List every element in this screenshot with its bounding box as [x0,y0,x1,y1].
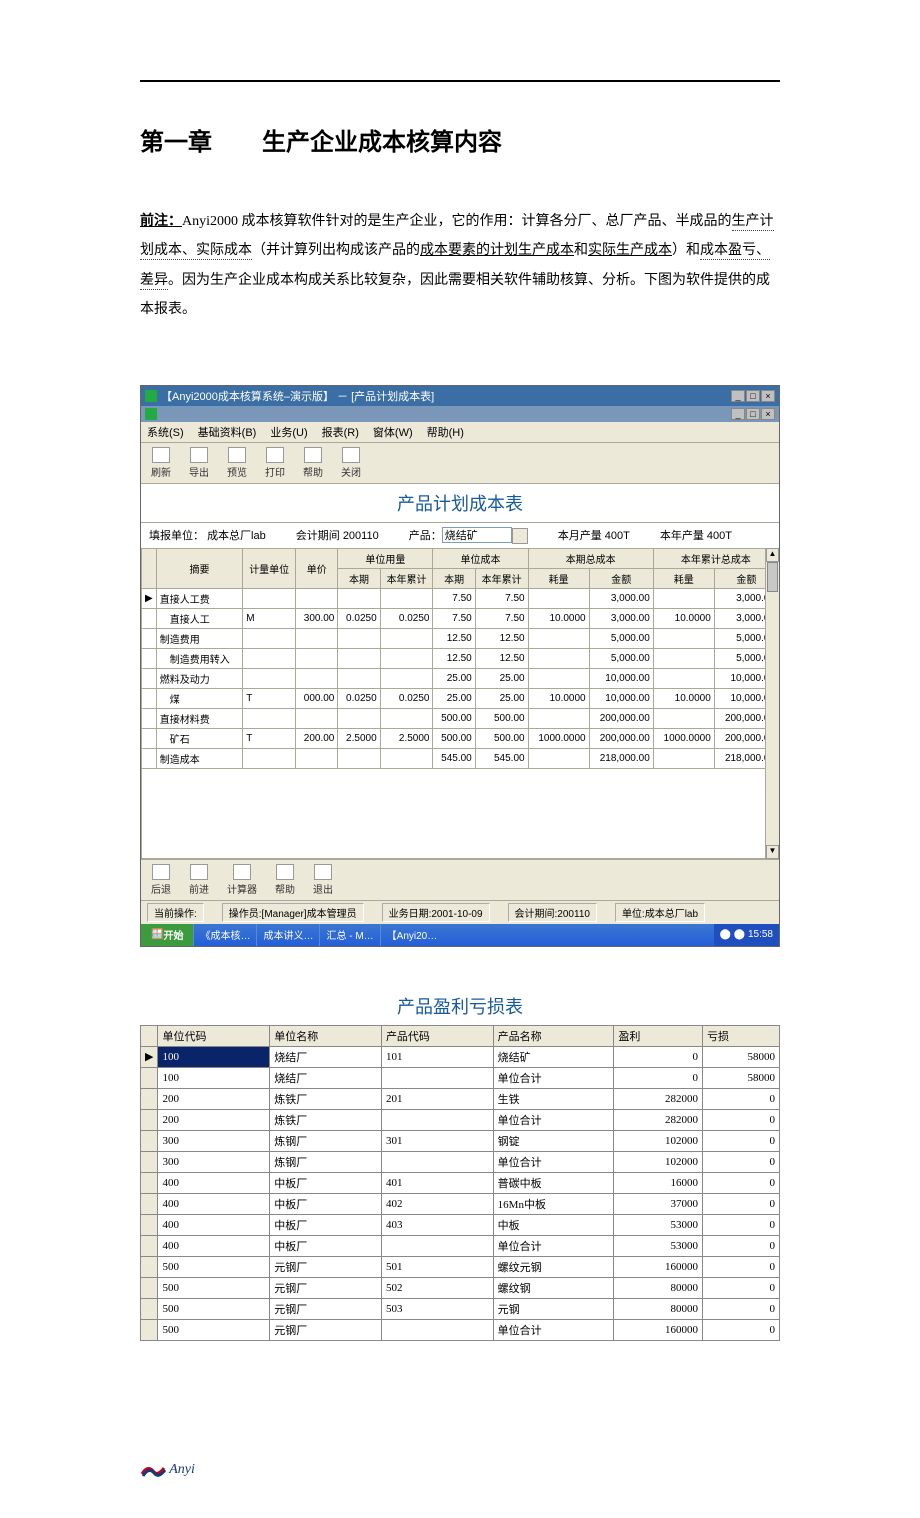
table-row: 直接材料费500.00500.00200,000.00200,000.00 [142,708,779,728]
report-meta: 填报单位： 成本总厂lab 会计期间 200110 产品： 本月产量 400T … [141,523,779,548]
table-row: 制造费用转入12.5012.505,000.005,000.00 [142,648,779,668]
table-row: 制造费用12.5012.505,000.005,000.00 [142,628,779,648]
window-controls[interactable]: _□× [730,390,775,402]
menu-system: 系统(S) [147,424,184,440]
help-icon [304,447,322,463]
taskbar-item[interactable]: 汇总 - M… [319,924,379,946]
exit-icon [314,864,332,880]
taskbar[interactable]: 🪟 开始 《成本核… 成本讲义… 汇总 - M… 【Anyi20… ⬤⬤15:5… [141,924,779,946]
table-row: 400中板厂单位合计530000 [141,1235,780,1256]
taskbar-item[interactable]: 成本讲义… [256,924,319,946]
table-row: 300炼钢厂301钢锭1020000 [141,1130,780,1151]
table-row: 500元钢厂501螺纹元钢1600000 [141,1256,780,1277]
preview-icon [228,447,246,463]
preview-button[interactable]: 预览 [227,447,247,479]
chapter-title: 第一章生产企业成本核算内容 [140,122,780,157]
menubar[interactable]: 系统(S) 基础资料(B) 业务(U) 报表(R) 窗体(W) 帮助(H) [141,422,779,443]
toolbar: 刷新 导出 预览 打印 帮助 关闭 [141,443,779,484]
close-button[interactable]: 关闭 [341,447,361,479]
table-row: 燃料及动力25.0025.0010,000.0010,000.00 [142,668,779,688]
exit-button[interactable]: 退出 [313,864,333,896]
table-row: 400中板厂403中板530000 [141,1214,780,1235]
print-button[interactable]: 打印 [265,447,285,479]
titlebar: 【Anyi2000成本核算系统–演示版】 － [产品计划成本表] _□× [141,386,779,406]
table-row: 400中板厂401普碳中板160000 [141,1172,780,1193]
table-row: 200炼铁厂单位合计2820000 [141,1109,780,1130]
table-row: 400中板厂40216Mn中板370000 [141,1193,780,1214]
print-icon [266,447,284,463]
menu-help: 帮助(H) [427,424,464,440]
taskbar-item[interactable]: 《成本核… [193,924,256,946]
table-row: 500元钢厂单位合计1600000 [141,1319,780,1340]
statusbar: 当前操作: 操作员:[Manager]成本管理员 业务日期:2001-10-09… [141,900,779,924]
lookup-button[interactable] [512,528,528,544]
help-icon [276,864,294,880]
table-row: 500元钢厂502螺纹钢800000 [141,1277,780,1298]
export-button[interactable]: 导出 [189,447,209,479]
help-button[interactable]: 帮助 [303,447,323,479]
table-row: ▶直接人工费7.507.503,000.003,000.00 [142,588,779,608]
window-title: 【Anyi2000成本核算系统–演示版】 － [产品计划成本表] [161,388,730,404]
menu-window: 窗体(W) [373,424,413,440]
menu-report: 报表(R) [322,424,359,440]
bottom-toolbar: 后退 前进 计算器 帮助 退出 [141,859,779,900]
table-row: 200炼铁厂201生铁2820000 [141,1088,780,1109]
table-row: ▶100烧结厂101烧结矿058000 [141,1046,780,1067]
maximize-icon: □ [746,390,760,402]
clock: 15:58 [748,929,773,940]
mdi-titlebar: _□× [141,406,779,422]
refresh-button[interactable]: 刷新 [151,447,171,479]
close-icon: × [761,390,775,402]
app-icon [145,390,157,402]
help-button2[interactable]: 帮助 [275,864,295,896]
forward-button[interactable]: 前进 [189,864,209,896]
calc-button[interactable]: 计算器 [227,864,257,896]
intro-paragraph: 前注：Anyi2000 成本核算软件针对的是生产企业，它的作用：计算各分厂、总厂… [140,207,780,325]
app-window: 【Anyi2000成本核算系统–演示版】 － [产品计划成本表] _□× _□×… [140,385,780,947]
report-title: 产品计划成本表 [141,484,779,523]
menu-base: 基础资料(B) [198,424,257,440]
table-row: 矿石T200.002.50002.5000500.00500.001000.00… [142,728,779,748]
pl-table[interactable]: 单位代码单位名称产品代码产品名称盈利亏损▶100烧结厂101烧结矿0580001… [140,1025,780,1341]
doc-icon [145,408,157,420]
table-row: 100烧结厂单位合计058000 [141,1067,780,1088]
pl-title: 产品盈利亏损表 [140,987,780,1025]
back-button[interactable]: 后退 [151,864,171,896]
scrollbar[interactable]: ▲▼ [765,548,779,859]
refresh-icon [152,447,170,463]
tray-icon: ⬤ [720,929,731,940]
footer-logo: Anyi [140,1461,780,1478]
arrow-right-icon [190,864,208,880]
table-row: 煤T000.000.02500.025025.0025.0010.000010,… [142,688,779,708]
arrow-left-icon [152,864,170,880]
start-button[interactable]: 🪟 开始 [141,924,193,946]
product-input[interactable] [442,527,512,543]
table-row: 制造成本545.00545.00218,000.00218,000.00 [142,748,779,768]
table-row: 直接人工M300.000.02500.02507.507.5010.00003,… [142,608,779,628]
taskbar-item[interactable]: 【Anyi20… [380,924,444,946]
minimize-icon: _ [731,390,745,402]
menu-biz: 业务(U) [270,424,307,440]
table-row: 300炼钢厂单位合计1020000 [141,1151,780,1172]
tray-icon: ⬤ [734,929,745,940]
cost-grid[interactable]: 摘要计量单位单价 单位用量单位成本本期总成本本年累计总成本 本期本年累计本期本年… [141,548,779,859]
table-row: 500元钢厂503元钢800000 [141,1298,780,1319]
export-icon [190,447,208,463]
calculator-icon [233,864,251,880]
door-icon [342,447,360,463]
system-tray[interactable]: ⬤⬤15:58 [714,924,779,946]
